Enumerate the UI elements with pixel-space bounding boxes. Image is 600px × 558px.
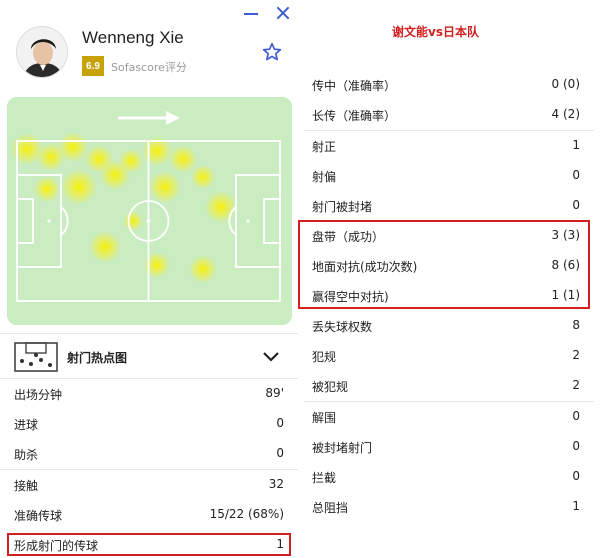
stat-label: 出场分钟 xyxy=(14,388,63,402)
stat-value: 32 xyxy=(268,477,284,491)
rating-source-label: Sofascore评分 xyxy=(111,61,187,74)
stat-row-possession-lost: 丢失球权数 8 xyxy=(298,311,600,341)
stat-label: 长传（准确率） xyxy=(312,109,397,123)
stat-row-clearances: 解围 0 xyxy=(298,402,600,432)
stat-label: 被封堵射门 xyxy=(312,441,373,455)
stat-label: 射正 xyxy=(312,140,337,154)
highlight-box xyxy=(7,533,291,556)
stat-row-assists: 助杀 0 xyxy=(0,439,298,469)
match-title: 谢文能vs日本队 xyxy=(392,25,479,39)
chevron-down-icon[interactable] xyxy=(262,350,280,364)
avatar-image xyxy=(17,27,67,77)
stat-row-shots-blocked: 射门被封堵 0 xyxy=(298,191,600,221)
stat-value: 0 xyxy=(572,168,580,182)
stat-row-shots-on-target: 射正 1 xyxy=(298,131,600,161)
shot-map-icon xyxy=(14,342,58,372)
shot-map-label: 射门热点图 xyxy=(67,351,128,365)
rating-badge: 6.9 xyxy=(82,56,104,76)
stat-value: 2 xyxy=(572,348,580,362)
stat-row-accurate-passes: 准确传球 15/22 (68%) xyxy=(0,500,298,530)
stat-value: 0 xyxy=(276,446,284,460)
stat-row-goals: 进球 0 xyxy=(0,409,298,439)
player-panel: Wenneng Xie 6.9 Sofascore评分 射门热点图 出场分钟 8… xyxy=(0,0,298,558)
stat-label: 传中（准确率） xyxy=(312,79,397,93)
stat-value: 1 xyxy=(572,499,580,513)
stat-label: 丢失球权数 xyxy=(312,320,373,334)
stat-row-minutes: 出场分钟 89' xyxy=(0,379,298,409)
stat-label: 射偏 xyxy=(312,170,337,184)
stat-value: 0 xyxy=(572,198,580,212)
stat-label: 被犯规 xyxy=(312,380,349,394)
stat-value: 89' xyxy=(265,386,284,400)
stat-row-interceptions: 拦截 0 xyxy=(298,462,600,492)
stat-label: 解围 xyxy=(312,411,337,425)
stat-value: 15/22 (68%) xyxy=(209,507,284,521)
heatmap-pitch xyxy=(7,97,292,325)
star-outline-icon[interactable] xyxy=(262,42,282,62)
stat-value: 0 xyxy=(572,409,580,423)
stat-value: 1 xyxy=(572,138,580,152)
stat-label: 拦截 xyxy=(312,471,337,485)
stat-value: 8 xyxy=(572,318,580,332)
stat-row-was-fouled: 被犯规 2 xyxy=(298,371,600,401)
stat-label: 犯规 xyxy=(312,350,337,364)
stat-row-crosses: 传中（准确率） 0 (0) xyxy=(298,70,600,100)
stat-row-long-balls: 长传（准确率） 4 (2) xyxy=(298,100,600,130)
stat-value: 0 xyxy=(572,469,580,483)
stat-value: 0 xyxy=(276,416,284,430)
stat-value: 0 xyxy=(572,439,580,453)
stat-label: 总阻挡 xyxy=(312,501,349,515)
highlight-box xyxy=(298,220,590,309)
stat-row-touches: 接触 32 xyxy=(0,470,298,500)
arrow-right-icon xyxy=(118,111,180,125)
window-controls xyxy=(242,4,292,22)
stat-label: 射门被封堵 xyxy=(312,200,373,214)
stat-value: 0 (0) xyxy=(551,77,580,91)
stat-label: 准确传球 xyxy=(14,509,63,523)
stat-value: 2 xyxy=(572,378,580,392)
stat-value: 4 (2) xyxy=(551,107,580,121)
stat-row-total-tackles: 总阻挡 1 xyxy=(298,492,600,522)
heatmap xyxy=(7,97,292,325)
stat-label: 进球 xyxy=(14,418,39,432)
stat-label: 助杀 xyxy=(14,448,39,462)
stats-panel: 谢文能vs日本队 传中（准确率） 0 (0) 长传（准确率） 4 (2) 射正 … xyxy=(298,0,600,558)
minimize-icon[interactable] xyxy=(242,4,260,22)
close-icon[interactable] xyxy=(274,4,292,22)
shot-map-toggle[interactable]: 射门热点图 xyxy=(0,333,298,379)
stat-row-fouls: 犯规 2 xyxy=(298,341,600,371)
player-name: Wenneng Xie xyxy=(82,28,184,47)
stat-row-blocked-shots: 被封堵射门 0 xyxy=(298,432,600,462)
player-avatar xyxy=(16,26,68,78)
stat-row-shots-off-target: 射偏 0 xyxy=(298,161,600,191)
stat-label: 接触 xyxy=(14,479,39,493)
